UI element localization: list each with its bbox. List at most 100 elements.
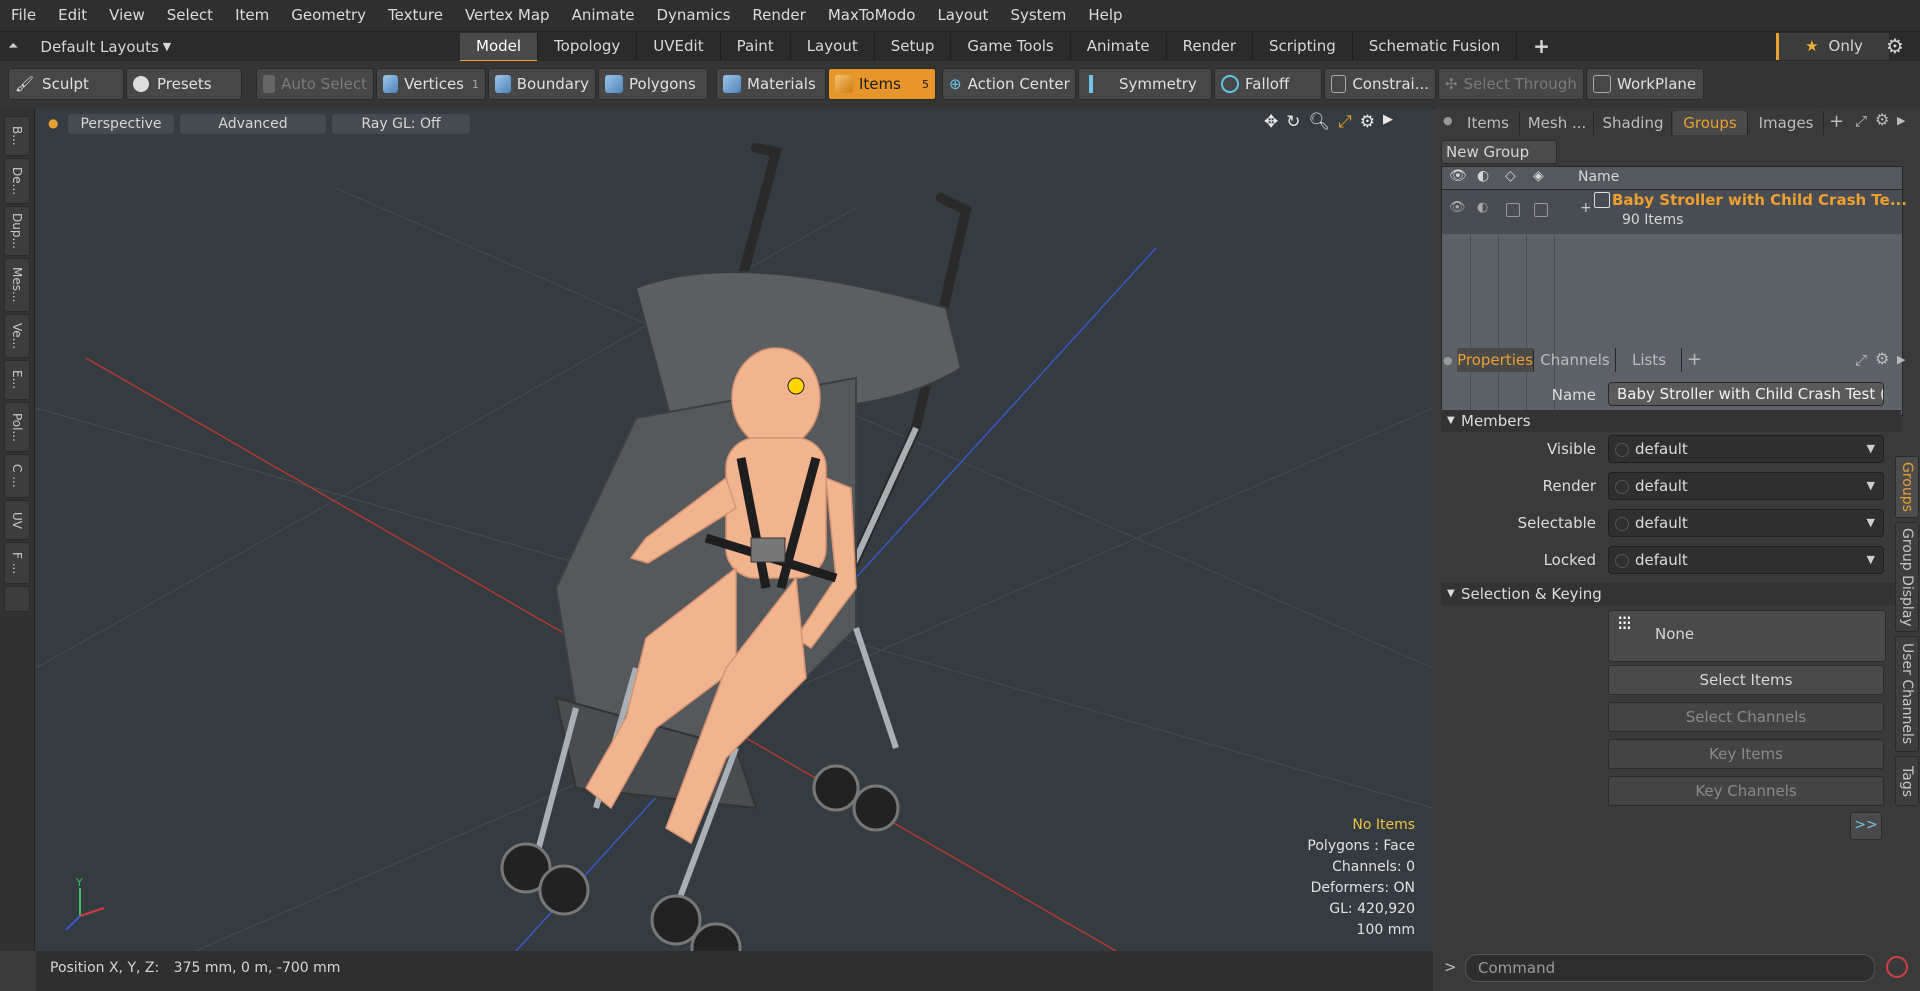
menu-edit[interactable]: Edit bbox=[47, 0, 98, 31]
left-tab-dup[interactable]: Dup... bbox=[4, 206, 30, 256]
key-channels-button[interactable]: Key Channels bbox=[1608, 776, 1884, 806]
row-lock-checkbox[interactable] bbox=[1506, 203, 1520, 217]
preset-none-button[interactable]: ⁝⁝⁝ None bbox=[1608, 610, 1886, 662]
sculpt-button[interactable]: 🖌 Sculpt bbox=[8, 68, 124, 100]
workplane-button[interactable]: WorkPlane bbox=[1586, 68, 1704, 100]
tab-topology[interactable]: Topology bbox=[538, 33, 638, 60]
boundary-button[interactable]: Boundary bbox=[488, 68, 596, 100]
symmetry-button[interactable]: Symmetry bbox=[1078, 68, 1212, 100]
menu-maxtomodo[interactable]: MaxToModo bbox=[817, 0, 927, 31]
more-button[interactable]: >> bbox=[1850, 812, 1882, 840]
menu-item[interactable]: Item bbox=[224, 0, 280, 31]
expand-plus-icon[interactable]: + bbox=[1580, 200, 1592, 216]
left-tab-c[interactable]: C ... bbox=[4, 454, 30, 498]
menu-animate[interactable]: Animate bbox=[561, 0, 646, 31]
items-button[interactable]: Items 5 bbox=[828, 68, 936, 100]
tab-animate[interactable]: Animate bbox=[1071, 33, 1167, 60]
tab-layout[interactable]: Layout bbox=[791, 33, 875, 60]
menu-help[interactable]: Help bbox=[1077, 0, 1133, 31]
menu-layout[interactable]: Layout bbox=[926, 0, 999, 31]
menu-select[interactable]: Select bbox=[156, 0, 224, 31]
tab-schematic-fusion[interactable]: Schematic Fusion bbox=[1353, 33, 1518, 60]
key-items-button[interactable]: Key Items bbox=[1608, 739, 1884, 769]
command-input[interactable]: Command bbox=[1465, 954, 1875, 982]
menu-file[interactable]: File bbox=[0, 0, 47, 31]
select-channels-button[interactable]: Select Channels bbox=[1608, 702, 1884, 732]
groups-list[interactable]: 👁︎ ◐ ◇ ◈ Name 👁︎ ◐ + Baby Stroller with … bbox=[1441, 166, 1907, 416]
side-tab-group-display[interactable]: Group Display bbox=[1895, 522, 1919, 632]
add-panel-tab-icon[interactable]: + bbox=[1829, 111, 1844, 132]
name-field[interactable]: Baby Stroller with Child Crash Test (3) bbox=[1608, 382, 1884, 406]
selection-keying-section[interactable]: ▼ Selection & Keying bbox=[1441, 583, 1901, 605]
materials-button[interactable]: Materials bbox=[716, 68, 826, 100]
expand-icon[interactable]: ⤢ bbox=[1855, 112, 1867, 130]
left-tab-uv[interactable]: UV bbox=[4, 500, 30, 540]
tab-mesh[interactable]: Mesh ... bbox=[1521, 111, 1594, 135]
new-group-button[interactable]: New Group bbox=[1441, 140, 1557, 164]
menu-dynamics[interactable]: Dynamics bbox=[645, 0, 741, 31]
menu-render[interactable]: Render bbox=[741, 0, 816, 31]
left-tab-pol[interactable]: Pol... bbox=[4, 402, 30, 452]
polygons-button[interactable]: Polygons bbox=[598, 68, 708, 100]
render-anim-dot[interactable] bbox=[1615, 480, 1629, 494]
tab-model[interactable]: Model bbox=[460, 33, 539, 62]
tab-shading[interactable]: Shading bbox=[1595, 111, 1672, 135]
only-button[interactable]: ★ Only bbox=[1776, 33, 1889, 60]
render-icon[interactable]: ◐ bbox=[1477, 168, 1489, 184]
visible-anim-dot[interactable] bbox=[1615, 443, 1629, 457]
collapse-icon[interactable]: ⏶ bbox=[8, 39, 18, 54]
locked-anim-dot[interactable] bbox=[1615, 554, 1629, 568]
eye-icon[interactable]: 👁︎ bbox=[1449, 168, 1467, 184]
panel-gear-icon[interactable]: ⚙ bbox=[1875, 110, 1889, 129]
falloff-button[interactable]: Falloff bbox=[1214, 68, 1322, 100]
vertices-button[interactable]: Vertices 1 bbox=[376, 68, 486, 100]
tab-paint[interactable]: Paint bbox=[721, 33, 791, 60]
panel-arrow-icon[interactable]: ▶ bbox=[1897, 114, 1905, 127]
layout-dropdown[interactable]: ⏶ Default Layouts ▼ bbox=[8, 32, 171, 61]
left-tab-b[interactable]: B... bbox=[4, 116, 30, 156]
gear-icon[interactable]: ⚙ bbox=[1886, 34, 1904, 58]
record-icon[interactable] bbox=[1886, 956, 1908, 978]
menu-view[interactable]: View bbox=[98, 0, 156, 31]
locked-dropdown[interactable]: default ▼ bbox=[1608, 546, 1884, 574]
3d-viewport[interactable]: ● Perspective Advanced Ray GL: Off ✥ ↻ 🔍… bbox=[36, 108, 1433, 951]
tab-scripting[interactable]: Scripting bbox=[1253, 33, 1353, 60]
selectable-anim-dot[interactable] bbox=[1615, 517, 1629, 531]
side-tab-user-channels[interactable]: User Channels bbox=[1895, 636, 1919, 752]
props-expand-icon[interactable]: ⤢ bbox=[1855, 351, 1867, 369]
left-tab-ve[interactable]: Ve... bbox=[4, 314, 30, 358]
menu-texture[interactable]: Texture bbox=[377, 0, 454, 31]
menu-vertex-map[interactable]: Vertex Map bbox=[454, 0, 561, 31]
add-props-tab-icon[interactable]: + bbox=[1687, 349, 1702, 370]
render-dropdown[interactable]: default ▼ bbox=[1608, 472, 1884, 500]
members-section[interactable]: ▼ Members bbox=[1441, 410, 1901, 432]
selectable-dropdown[interactable]: default ▼ bbox=[1608, 509, 1884, 537]
left-tab-f[interactable]: F ... bbox=[4, 542, 30, 584]
side-tab-groups[interactable]: Groups bbox=[1895, 456, 1919, 518]
menu-system[interactable]: System bbox=[999, 0, 1077, 31]
props-arrow-icon[interactable]: ▶ bbox=[1897, 353, 1905, 366]
props-gear-icon[interactable]: ⚙ bbox=[1875, 349, 1889, 368]
tab-images[interactable]: Images bbox=[1749, 111, 1824, 135]
tab-setup[interactable]: Setup bbox=[875, 33, 952, 60]
action-center-button[interactable]: ⊕ Action Center bbox=[942, 68, 1076, 100]
auto-select-button[interactable]: Auto Select bbox=[256, 68, 374, 100]
left-tab-mes[interactable]: Mes... bbox=[4, 258, 30, 312]
lock-icon[interactable]: ◇ bbox=[1505, 168, 1516, 184]
row-eye-icon[interactable]: 👁︎ bbox=[1449, 200, 1466, 215]
group-row[interactable]: 👁︎ ◐ + Baby Stroller with Child Crash Te… bbox=[1442, 190, 1907, 234]
add-tab-button[interactable]: + bbox=[1517, 33, 1566, 60]
menu-geometry[interactable]: Geometry bbox=[280, 0, 377, 31]
side-tab-tags[interactable]: Tags bbox=[1895, 756, 1919, 806]
tab-uvedit[interactable]: UVEdit bbox=[637, 33, 721, 60]
tab-groups[interactable]: Groups bbox=[1673, 111, 1748, 135]
tab-render[interactable]: Render bbox=[1167, 33, 1254, 60]
select-items-button[interactable]: Select Items bbox=[1608, 665, 1884, 695]
tab-items[interactable]: Items bbox=[1457, 111, 1520, 135]
presets-button[interactable]: Presets bbox=[126, 68, 242, 100]
tab-properties[interactable]: Properties bbox=[1457, 348, 1534, 372]
tab-lists[interactable]: Lists bbox=[1617, 348, 1682, 372]
constrain-button[interactable]: Constrai... bbox=[1324, 68, 1436, 100]
selectable-icon[interactable]: ◈ bbox=[1533, 168, 1544, 184]
left-tab-e[interactable]: E... bbox=[4, 360, 30, 400]
